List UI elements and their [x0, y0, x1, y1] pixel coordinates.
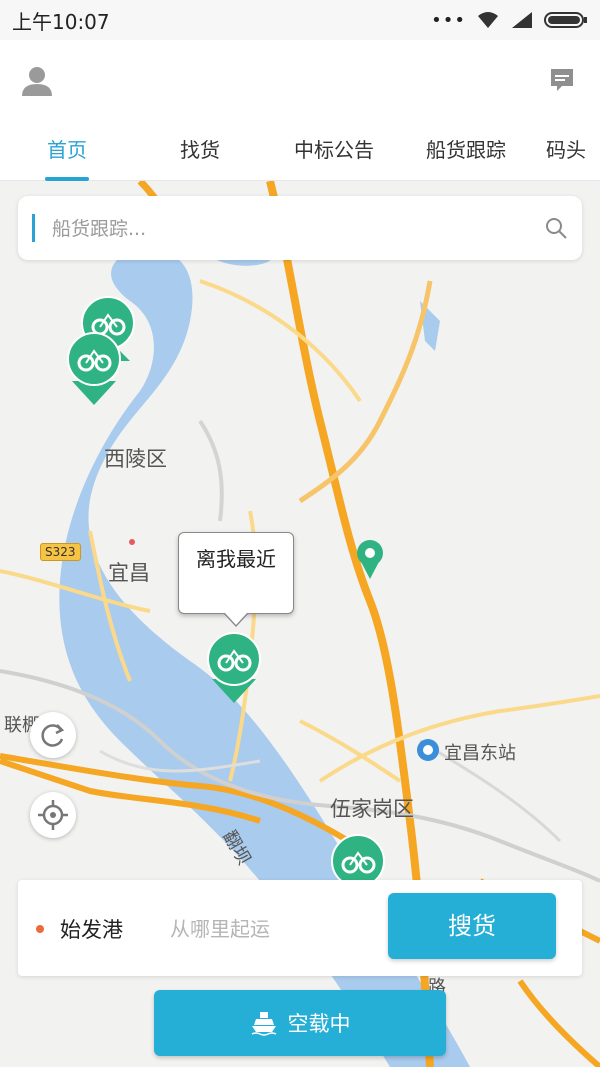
- empty-load-label: 空载中: [287, 1012, 351, 1036]
- nearest-callout[interactable]: 离我最近: [178, 532, 294, 627]
- search-input[interactable]: [50, 212, 534, 246]
- search-bar[interactable]: [18, 196, 582, 260]
- map-label-yichang-east: 宜昌东站: [444, 743, 516, 764]
- search-caret: [32, 214, 35, 242]
- tab-dock[interactable]: 码头: [546, 120, 600, 180]
- locate-button[interactable]: [30, 792, 76, 838]
- map-label-xiling: 西陵区: [104, 447, 167, 471]
- status-icons: •••: [431, 10, 588, 31]
- locate-icon: [38, 800, 68, 830]
- battery-icon: [544, 12, 587, 28]
- origin-dot: [36, 925, 44, 933]
- tab-find-cargo[interactable]: 找货: [163, 120, 237, 180]
- user-avatar-icon[interactable]: [20, 64, 54, 98]
- message-icon[interactable]: [548, 66, 576, 94]
- search-icon[interactable]: [544, 216, 568, 240]
- map-label-yichang: 宜昌: [108, 561, 150, 585]
- status-time: 上午10:07: [12, 9, 110, 34]
- more-dots-icon: •••: [431, 9, 466, 31]
- refresh-icon: [41, 724, 65, 747]
- wifi-icon: [478, 12, 498, 28]
- origin-port-label: 始发港: [60, 918, 123, 942]
- road-badge: S323: [40, 543, 81, 561]
- origin-port-input[interactable]: [170, 914, 370, 944]
- tab-bid-notice[interactable]: 中标公告: [280, 120, 388, 180]
- signal-icon: [512, 12, 532, 28]
- refresh-button[interactable]: [30, 712, 76, 758]
- map-label-wujiagang: 伍家岗区: [330, 797, 414, 821]
- app-header: [0, 40, 600, 120]
- tab-bar: 首页 找货 中标公告 船货跟踪 码头: [0, 120, 600, 181]
- status-bar: 上午10:07 •••: [0, 0, 600, 40]
- origin-port-panel: 始发港 搜货: [18, 880, 582, 976]
- empty-load-button[interactable]: 空载中: [154, 990, 446, 1056]
- tab-home[interactable]: 首页: [30, 120, 104, 180]
- ship-icon: [251, 1012, 276, 1036]
- train-station-icon: [417, 739, 439, 761]
- tab-ship-tracking[interactable]: 船货跟踪: [412, 120, 520, 180]
- search-cargo-button[interactable]: 搜货: [388, 893, 556, 959]
